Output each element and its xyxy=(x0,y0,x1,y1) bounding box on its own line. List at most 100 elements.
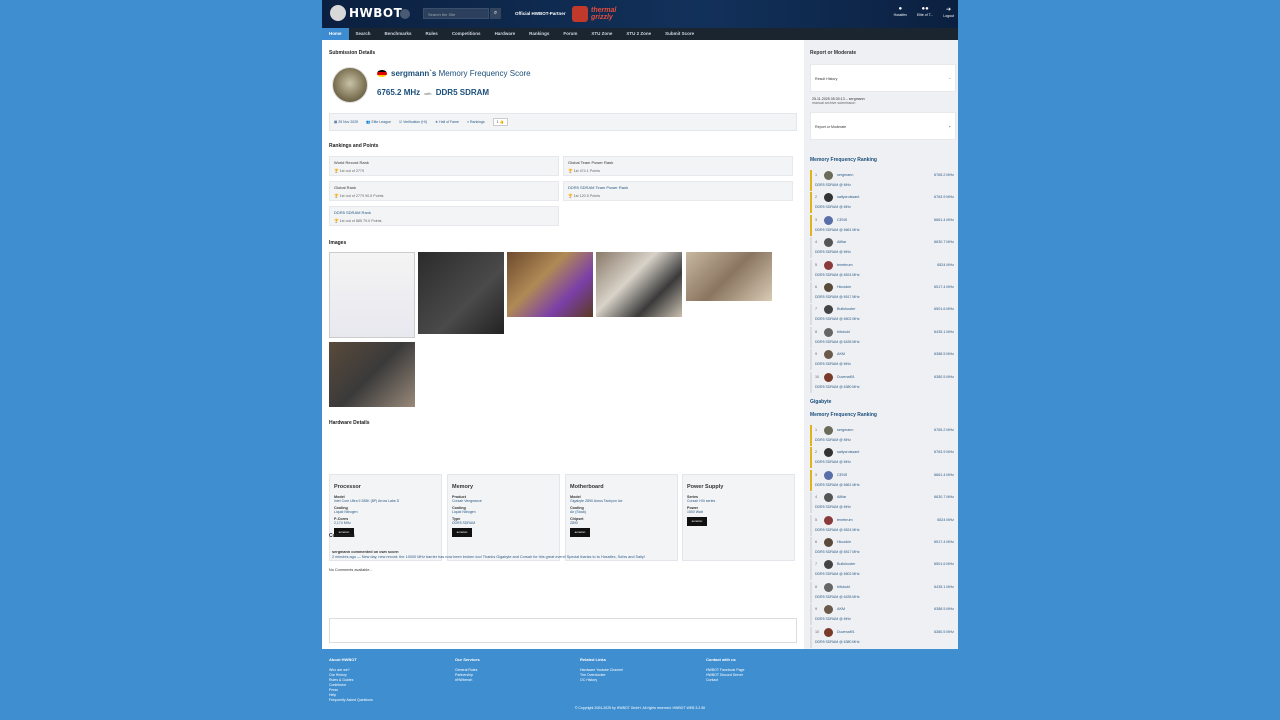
user-avatar-small[interactable] xyxy=(824,627,833,637)
rank-score[interactable]: 6380.5 MHz xyxy=(934,630,954,634)
amazon-button[interactable]: amazon xyxy=(570,528,590,537)
nav-submit-score[interactable]: Submit Score xyxy=(658,28,701,40)
rank-hardware[interactable]: DDR5 SDRAM @ MHz xyxy=(815,205,851,209)
user-avatar-small[interactable] xyxy=(824,305,833,315)
user-avatar-small[interactable] xyxy=(824,171,833,180)
rank-score[interactable]: 6435.1 MHz xyxy=(934,330,954,334)
hw-value[interactable]: Liquid Nitrogen xyxy=(334,510,437,514)
rank-score[interactable]: 6630.7 MHz xyxy=(934,495,954,499)
search-input[interactable]: Search the Site xyxy=(423,8,489,19)
benchmark-name[interactable]: Memory Frequency Score xyxy=(439,69,531,78)
ranking-row[interactable]: 8 bifokoid 6435.1 MHz DDR5 SDRAM @ 6435 MHz xyxy=(810,326,956,349)
user-avatar-small[interactable] xyxy=(824,538,833,547)
hw-value[interactable]: DDR5 SDRAM xyxy=(452,521,555,525)
rank-hardware[interactable]: DDR5 SDRAM @ MHz xyxy=(815,617,851,621)
ranking1-title[interactable]: Memory Frequency Ranking xyxy=(810,157,877,163)
nav-rules[interactable]: Rules xyxy=(419,28,445,40)
footer-link[interactable]: Frequently Asked Questions xyxy=(329,698,373,703)
ranking-row[interactable]: 5 tenebrum 6524 MHz DDR5 SDRAM @ 6524 MHz xyxy=(810,514,956,537)
rank-score[interactable]: 6763.9 MHz xyxy=(934,450,954,454)
rank-score[interactable]: 6630.7 MHz xyxy=(934,240,954,244)
comment-textarea[interactable] xyxy=(329,618,797,643)
nav-xtu2-zone[interactable]: XTU 2 Zone xyxy=(619,28,658,40)
submitter-name[interactable]: sergmann`s xyxy=(391,69,436,78)
hw-value[interactable]: Intel Core Ultra 9 285K (8P) Arrow Lake-… xyxy=(334,499,437,503)
rank-score[interactable]: 6765.2 MHz xyxy=(934,173,954,177)
footer-link[interactable]: #HWbench xyxy=(455,678,480,683)
user-avatar-small[interactable] xyxy=(824,560,833,570)
rank-score[interactable]: 6763.9 MHz xyxy=(934,195,954,199)
user-avatar-small[interactable] xyxy=(824,283,833,292)
rank-user-name[interactable]: AKM xyxy=(837,607,845,611)
ranking-row[interactable]: 3 CENS 6661.4 MHz DDR5 SDRAM @ 6661 MHz xyxy=(810,469,956,492)
footer-link[interactable]: OC History xyxy=(580,678,623,683)
rank-score[interactable]: 6388.5 MHz xyxy=(934,607,954,611)
user-avatar-small[interactable] xyxy=(824,470,833,480)
nav-xtu-zone[interactable]: XTU Zone xyxy=(584,28,619,40)
result-history-panel[interactable]: Result History − xyxy=(810,64,956,92)
user-avatar-small[interactable] xyxy=(824,605,833,615)
ranking-row[interactable]: 10 Duvenal91 6380.5 MHz DDR5 SDRAM @ 6380 M… xyxy=(810,626,956,649)
user-avatar-small[interactable] xyxy=(824,426,833,435)
ranking-row[interactable]: 3 CENS 6661.4 MHz DDR5 SDRAM @ 6661 MHz xyxy=(810,214,956,237)
user-avatar-small[interactable] xyxy=(824,327,833,337)
user-avatar-small[interactable] xyxy=(824,260,833,270)
expand-icon[interactable]: + xyxy=(949,125,951,129)
rank-score[interactable]: 6435.1 MHz xyxy=(934,585,954,589)
rank-hardware[interactable]: DDR5 SDRAM @ 6435 MHz xyxy=(815,340,860,344)
user-avatar-small[interactable] xyxy=(824,350,833,360)
photo-thumbnail[interactable] xyxy=(329,342,415,407)
team-menu[interactable]: ●● Elite of T... xyxy=(917,6,933,18)
photo-thumbnail[interactable] xyxy=(686,252,772,301)
report-moderate-panel[interactable]: Report or Moderate + xyxy=(810,112,956,140)
rank-user-name[interactable]: Hicookie xyxy=(837,285,851,289)
ranking-row[interactable]: 5 tenebrum 6524 MHz DDR5 SDRAM @ 6524 MHz xyxy=(810,259,956,282)
ranking-row[interactable]: 10 Duvenal91 6380.5 MHz DDR5 SDRAM @ 6380 M… xyxy=(810,371,956,394)
ranking-row[interactable]: 7 Bullshooter 6501.6 MHz DDR5 SDRAM @ 6502 … xyxy=(810,304,956,326)
ranking-row[interactable]: 2 saltycroissant 6763.9 MHz DDR5 SDRAM @ MH… xyxy=(810,447,956,469)
rank-hardware[interactable]: DDR5 SDRAM @ 6502 MHz xyxy=(815,572,860,576)
ranking-row[interactable]: 6 Hicookie 6517.4 MHz DDR5 SDRAM @ 6517 MHz xyxy=(810,282,956,304)
hall-of-fame-item[interactable]: ★ Hall of Fame xyxy=(435,120,459,124)
nav-home[interactable]: Home xyxy=(322,28,349,40)
user-avatar-small[interactable] xyxy=(824,193,833,203)
screenshot-thumbnail[interactable] xyxy=(329,252,415,338)
nav-hardware[interactable]: Hardware xyxy=(488,28,523,40)
rank-hardware[interactable]: DDR5 SDRAM @ 6380 MHz xyxy=(815,640,860,644)
rank-user-name[interactable]: Duvenal91 xyxy=(837,375,855,379)
rank-hardware[interactable]: DDR5 SDRAM @ MHz xyxy=(815,438,851,442)
nav-forum[interactable]: Forum xyxy=(556,28,584,40)
ranking-row[interactable]: 2 saltycroissant 6763.9 MHz DDR5 SDRAM @ MH… xyxy=(810,192,956,214)
rank-score[interactable]: 6501.6 MHz xyxy=(934,307,954,311)
ranking-row[interactable]: 1 sergmann 6765.2 MHz DDR5 SDRAM @ MHz xyxy=(810,425,956,447)
hw-value[interactable]: Air (Stock) xyxy=(570,510,673,514)
rank-score[interactable]: 6661.4 MHz xyxy=(934,473,954,477)
group2-title[interactable]: Gigabyte xyxy=(810,399,831,405)
rank-user-name[interactable]: Bullshooter xyxy=(837,307,855,311)
rank-user-name[interactable]: Duvenal91 xyxy=(837,630,855,634)
rank-score[interactable]: 6388.5 MHz xyxy=(934,352,954,356)
amazon-button[interactable]: amazon xyxy=(687,517,707,526)
rank-score[interactable]: 6765.2 MHz xyxy=(934,428,954,432)
rank-user-name[interactable]: Allfiar xyxy=(837,495,846,499)
nav-search[interactable]: Search xyxy=(349,28,378,40)
rank-hardware[interactable]: DDR5 SDRAM @ 6517 MHz xyxy=(815,295,860,299)
user-avatar-small[interactable] xyxy=(824,215,833,225)
rank-user-name[interactable]: Bullshooter xyxy=(837,562,855,566)
hw-value[interactable]: Liquid Nitrogen xyxy=(452,510,555,514)
ranking-row[interactable]: 7 Bullshooter 6501.6 MHz DDR5 SDRAM @ 6502 … xyxy=(810,559,956,581)
rank-hardware[interactable]: DDR5 SDRAM @ MHz xyxy=(815,460,851,464)
rankings-item[interactable]: ≡ Rankings xyxy=(467,120,485,124)
user-avatar-small[interactable] xyxy=(824,582,833,592)
rank-user-name[interactable]: sergmann xyxy=(837,428,853,432)
ranking2-title[interactable]: Memory Frequency Ranking xyxy=(810,412,877,418)
rank-score[interactable]: 6524 MHz xyxy=(937,263,954,267)
league-item[interactable]: 👥 Elite League xyxy=(366,120,391,124)
user-menu[interactable]: ● Hossifex xyxy=(894,6,907,18)
nav-rankings[interactable]: Rankings xyxy=(522,28,556,40)
score-hardware[interactable]: DDR5 SDRAM xyxy=(436,88,489,97)
rank-hardware[interactable]: DDR5 SDRAM @ 6524 MHz xyxy=(815,273,860,277)
user-avatar-small[interactable] xyxy=(824,448,833,458)
user-avatar-small[interactable] xyxy=(824,515,833,525)
verification-item[interactable]: ☑ Verification (HI) xyxy=(399,120,427,124)
